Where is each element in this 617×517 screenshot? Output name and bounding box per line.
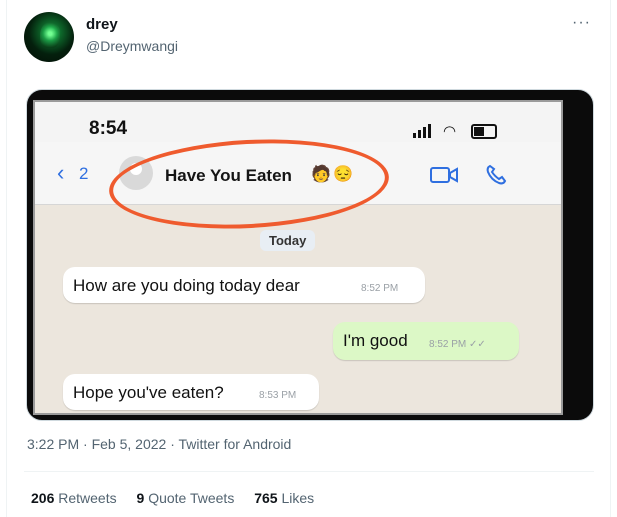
author-name[interactable]: drey [86,16,118,33]
message-time: 8:52 PM ✓✓ [429,339,486,350]
signal-icon [413,124,435,138]
back-chevron-icon: ‹ [57,160,65,185]
message-bubble-outgoing: I'm good 8:52 PM ✓✓ [333,322,519,360]
status-time: 8:54 [89,118,128,139]
retweets-stat[interactable]: 206 Retweets [31,490,117,506]
tweet-timestamp[interactable]: 3:22 PM · Feb 5, 2022 · Twitter for Andr… [27,436,291,452]
message-bubble-incoming: Hope you've eaten? 8:53 PM [63,374,319,410]
divider [24,471,594,472]
message-time: 8:52 PM [361,283,399,294]
phone-status-bar: 8:54 ◠ [35,102,561,142]
likes-count: 765 [254,490,278,506]
author-avatar[interactable] [24,12,74,62]
battery-icon [471,124,497,139]
message-text: I'm good [343,331,408,350]
likes-label: Likes [281,490,315,506]
quote-tweets-stat[interactable]: 9 Quote Tweets [137,490,235,506]
quote-tweets-label: Quote Tweets [148,490,235,506]
tweet-stats: 206 Retweets 9 Quote Tweets 765 Likes [31,490,330,506]
back-count: 2 [79,164,89,183]
wifi-icon: ◠ [443,123,457,140]
tweet-media-image[interactable]: 8:54 ◠ ‹ 2 Have You Eaten 🧑 😔 Today How … [26,89,594,421]
message-text: How are you doing today dear [73,276,300,295]
video-call-icon [430,167,458,183]
message-bubble-incoming: How are you doing today dear 8:52 PM [63,267,425,303]
phone-call-icon [486,164,507,185]
more-options-icon[interactable]: ··· [572,14,591,32]
retweets-label: Retweets [58,490,117,506]
chat-screenshot: 8:54 ◠ ‹ 2 Have You Eaten 🧑 😔 Today How … [33,100,563,415]
date-divider: Today [260,230,316,251]
likes-stat[interactable]: 765 Likes [254,490,314,506]
quote-tweets-count: 9 [136,490,145,506]
author-handle[interactable]: @Dreymwangi [86,38,178,54]
retweets-count: 206 [31,490,55,506]
message-text: Hope you've eaten? [73,383,224,402]
message-time: 8:53 PM [259,390,297,401]
